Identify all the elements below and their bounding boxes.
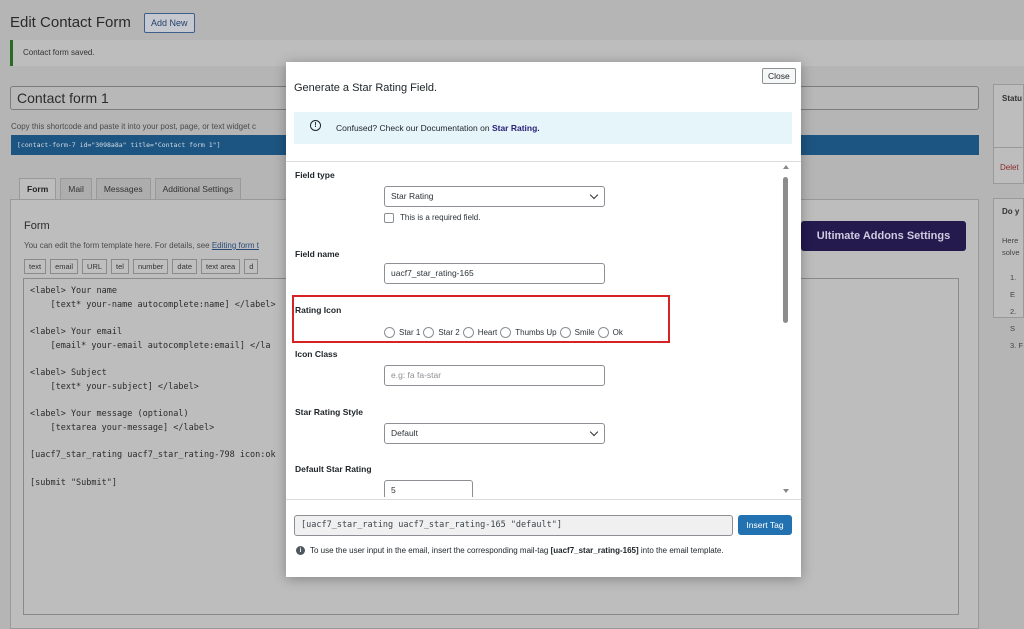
shortcode-text: [contact-form-7 id="3098a8a" title="Cont… <box>17 141 221 149</box>
radio-circle[interactable] <box>384 327 395 338</box>
default-star-rating-label: Default Star Rating <box>295 464 372 474</box>
insert-tag-button[interactable]: Insert Tag <box>738 515 792 535</box>
ultimate-addons-settings-button[interactable]: Ultimate Addons Settings <box>801 221 966 251</box>
help-box: Do y Here solve 1. E 2. S 3. F <box>993 198 1024 350</box>
tag-generator-buttons: text email URL tel number date text area… <box>24 259 262 274</box>
tab-additional-settings[interactable]: Additional Settings <box>154 178 242 199</box>
tag-text-button[interactable]: text <box>24 259 47 274</box>
info-text: Confused? Check our Documentation on Sta… <box>336 123 540 133</box>
close-button[interactable]: Close <box>762 68 796 84</box>
tag-email-button[interactable]: email <box>50 259 79 274</box>
icon-class-input[interactable]: e.g: fa fa-star <box>384 365 605 386</box>
radio-star-2[interactable]: Star 2 <box>423 327 462 338</box>
style-value: Default <box>391 428 418 438</box>
info-box: ! Confused? Check our Documentation on S… <box>294 112 792 144</box>
field-name-input[interactable]: uacf7_star_rating-165 <box>384 263 605 284</box>
radio-circle[interactable] <box>462 327 474 338</box>
help-list: 1. E 2. S 3. F <box>1010 269 1023 354</box>
editing-form-link[interactable]: Editing form t <box>212 241 259 250</box>
radio-label: Heart <box>477 328 498 337</box>
notice-text: Contact form saved. <box>23 48 95 57</box>
field-type-value: Star Rating <box>391 191 434 201</box>
add-new-button[interactable]: Add New <box>144 13 195 33</box>
footer-divider <box>286 499 801 500</box>
help-link-1[interactable]: 1. E <box>1010 269 1023 303</box>
panel-desc-text: You can edit the form template here. For… <box>24 241 210 250</box>
tag-textarea-button[interactable]: text area <box>201 259 241 274</box>
help-text: Here solve <box>1002 236 1020 257</box>
help-link-2[interactable]: 2. S <box>1010 303 1023 337</box>
default-star-rating-input[interactable]: 5 <box>384 480 473 497</box>
mail-tag: [uacf7_star_rating-165] <box>550 546 639 555</box>
star-rating-generator-modal: Generate a Star Rating Field. Close ! Co… <box>286 62 801 577</box>
tag-number-button[interactable]: number <box>132 259 169 274</box>
radio-label: Ok <box>612 328 623 337</box>
required-checkbox[interactable] <box>384 213 394 223</box>
radio-circle[interactable] <box>500 327 512 338</box>
radio-heart[interactable]: Heart <box>462 327 501 338</box>
help-link-3[interactable]: 3. F <box>1010 337 1023 354</box>
tag-more-button[interactable]: d <box>244 259 259 274</box>
field-type-select[interactable]: Star Rating <box>384 186 605 207</box>
radio-thumbs-up[interactable]: Thumbs Up <box>500 327 559 338</box>
modal-title: Generate a Star Rating Field. <box>294 82 438 94</box>
scrollbar-thumb[interactable] <box>783 177 788 323</box>
radio-label: Smile <box>574 328 595 337</box>
info-icon: i <box>296 546 305 555</box>
tab-mail[interactable]: Mail <box>60 178 92 199</box>
chevron-down-icon <box>589 427 599 437</box>
tag-output-field[interactable]: [uacf7_star_rating uacf7_star_rating-165… <box>294 515 733 536</box>
radio-circle[interactable] <box>559 327 571 338</box>
modal-scrollbar[interactable] <box>782 165 790 493</box>
icon-class-label: Icon Class <box>295 349 338 359</box>
scroll-down-arrow-icon[interactable] <box>783 489 789 493</box>
radio-label: Star 1 <box>399 328 421 337</box>
mail-tag-note-text: To use the user input in the email, inse… <box>310 546 724 555</box>
shortcode-note: Copy this shortcode and paste it into yo… <box>11 122 257 131</box>
status-label: Statu <box>1002 94 1022 103</box>
help-title: Do y <box>1002 207 1020 216</box>
documentation-link[interactable]: Star Rating. <box>492 123 540 133</box>
delete-link[interactable]: Delet <box>1000 163 1019 172</box>
editor-tabs: Form Mail Messages Additional Settings <box>19 178 245 199</box>
rating-icon-options: Star 1 Star 2 Heart Thumbs Up Smile Ok <box>384 327 626 338</box>
tag-tel-button[interactable]: tel <box>111 259 129 274</box>
info-message: Confused? Check our Documentation on <box>336 123 490 133</box>
note-pre: To use the user input in the email, inse… <box>310 546 549 555</box>
field-name-label: Field name <box>295 249 340 259</box>
scroll-up-arrow-icon[interactable] <box>783 165 789 169</box>
chevron-down-icon <box>589 190 599 200</box>
mail-tag-note: i To use the user input in the email, in… <box>296 546 724 555</box>
radio-circle[interactable] <box>423 327 435 338</box>
radio-ok[interactable]: Ok <box>597 327 626 338</box>
info-icon: ! <box>310 120 321 131</box>
radio-smile[interactable]: Smile <box>559 327 598 338</box>
field-type-label: Field type <box>295 170 335 180</box>
required-label: This is a required field. <box>400 213 481 222</box>
tag-date-button[interactable]: date <box>172 259 198 274</box>
tab-form[interactable]: Form <box>19 178 57 199</box>
panel-title: Form <box>24 220 50 232</box>
page-title: Edit Contact Form <box>10 14 131 31</box>
star-rating-style-label: Star Rating Style <box>295 407 364 417</box>
tab-messages[interactable]: Messages <box>95 178 151 199</box>
panel-description: You can edit the form template here. For… <box>24 241 259 250</box>
radio-label: Star 2 <box>438 328 460 337</box>
tag-url-button[interactable]: URL <box>82 259 108 274</box>
star-rating-style-select[interactable]: Default <box>384 423 605 444</box>
status-divider <box>994 147 1024 148</box>
radio-star-1[interactable]: Star 1 <box>384 327 423 338</box>
radio-label: Thumbs Up <box>515 328 557 337</box>
form-title-value: Contact form 1 <box>17 90 109 106</box>
status-box: Statu Delet <box>993 84 1024 184</box>
note-post: into the email template. <box>640 546 724 555</box>
radio-circle[interactable] <box>597 327 609 338</box>
